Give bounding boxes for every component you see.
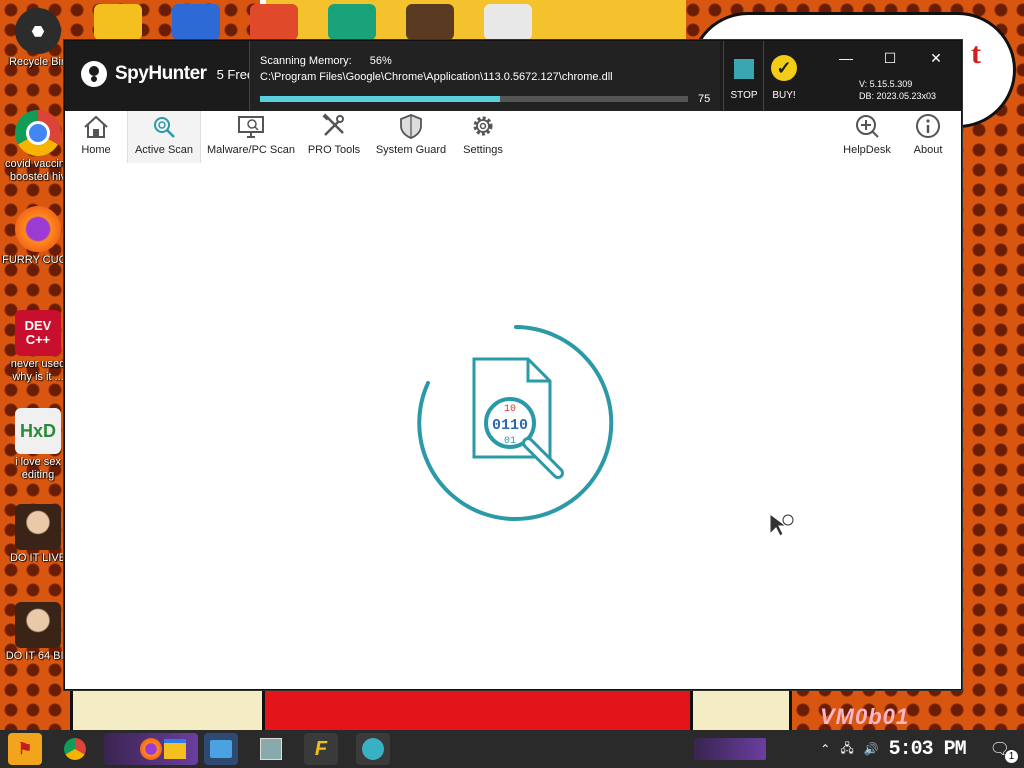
app-logo: SpyHunter 5 Free [81,61,254,87]
binary-row: 10 [504,404,516,415]
desktop-watermark: VM0b01 [820,704,910,729]
tab-home[interactable]: Home [71,111,121,163]
close-button[interactable]: ✕ [921,47,951,69]
helpdesk-icon [839,111,895,139]
tab-label: System Guard [375,144,447,156]
desktop-wallpaper-panel [690,686,792,736]
scan-status-line: Scanning Memory: 56% [260,55,392,67]
desktop-app-icon[interactable] [94,4,142,40]
title-bar: SpyHunter 5 Free Scanning Memory: 56% C:\… [65,41,961,111]
scan-percent: 56% [369,55,392,67]
tab-settings[interactable]: Settings [457,111,509,163]
tab-malware-pc-scan[interactable]: Malware/PC Scan [205,111,297,163]
volume-icon[interactable]: 🔊 [864,742,879,756]
version-info: V: 5.15.5.309 DB: 2023.05.23x03 [859,78,936,102]
tab-label: Malware/PC Scan [206,144,296,156]
tab-about[interactable]: About [905,111,951,163]
info-icon [905,111,951,139]
taskbar-app[interactable] [254,733,288,765]
desktop-wallpaper-red-panel [262,686,698,736]
stop-button[interactable]: STOP [723,41,764,111]
desktop-wallpaper-yellow-panel [260,0,686,40]
taskbar-decoration [694,738,766,760]
monitor-scan-icon [205,111,297,139]
photos-icon [210,740,232,758]
taskbar: ⚑ F ⌃ 🖧 🔊 5:03 PM 🗨 1 [0,730,1024,768]
active-scan-icon [128,111,200,139]
busy-cursor-icon [769,513,795,537]
folder-icon [164,739,186,759]
start-icon: ⚑ [17,741,33,758]
checkmark-icon: ✓ [771,55,797,81]
database-text: DB: 2023.05.23x03 [859,91,937,101]
tab-helpdesk[interactable]: HelpDesk [839,111,895,163]
network-icon[interactable]: 🖧 [840,739,853,760]
f-app-icon: F [314,737,328,760]
main-toolbar: Home Active Scan Malware/PC Scan PRO Too… [65,111,961,164]
tab-active-scan[interactable]: Active Scan [127,111,201,163]
app-name: SpyHunter [115,63,207,84]
tab-label: HelpDesk [843,144,891,156]
desktop-app-icon[interactable] [406,4,454,40]
notification-icon[interactable]: 🗨 1 [990,739,1018,763]
desktop-app-icon[interactable] [250,4,298,40]
tab-pro-tools[interactable]: PRO Tools [305,111,363,163]
chrome-icon [64,738,86,760]
scan-progress-bar [260,96,688,102]
buy-button[interactable]: ✓ BUY! [763,41,804,111]
firefox-icon [15,206,61,252]
scan-label: Scanning Memory: [260,55,352,67]
desktop-app-icon[interactable] [172,4,220,40]
desktop-app-icon[interactable] [328,4,376,40]
scan-content-area: 10 0110 01 [65,163,961,689]
hxd-icon: HxD [15,408,61,454]
portrait-icon [15,602,61,648]
system-tray: ⌃ 🖧 🔊 5:03 PM 🗨 1 [820,730,1018,768]
scan-current-file: C:\Program Files\Google\Chrome\Applicati… [260,71,613,83]
tab-label: Active Scan [134,144,194,156]
binary-row: 0110 [492,417,528,434]
minimize-button[interactable]: — [831,47,861,69]
gear-icon [457,111,509,139]
scan-progress-count: 75 [698,93,711,105]
spyhunter-window: SpyHunter 5 Free Scanning Memory: 56% C:\… [64,40,962,690]
portrait-icon [15,504,61,550]
tab-label: Home [81,144,111,156]
chrome-icon [15,110,61,156]
spyhunter-icon [362,738,384,760]
recycle-bin-icon: ⬣ [15,8,61,54]
version-text: V: 5.15.5.309 [859,79,913,89]
chevron-up-icon[interactable]: ⌃ [820,742,830,756]
taskbar-file-explorer[interactable] [158,733,192,765]
spyhunter-logo-icon [81,61,107,87]
scan-progress-fill [260,96,500,102]
devcpp-icon: DEV C++ [15,310,61,356]
shield-icon [373,111,449,139]
stop-icon [734,59,754,79]
maximize-button[interactable]: ☐ [875,47,905,69]
start-button[interactable]: ⚑ [8,733,42,765]
desktop-app-icon[interactable] [484,4,532,40]
scan-status-panel: Scanning Memory: 56% C:\Program Files\Goo… [249,41,720,111]
desktop-wallpaper-panel [70,686,270,736]
clock[interactable]: 5:03 PM [889,738,967,761]
taskbar-spyhunter[interactable] [356,733,390,765]
tab-system-guard[interactable]: System Guard [373,111,449,163]
taskbar-chrome[interactable] [58,733,92,765]
notification-count: 1 [1005,750,1018,763]
buy-label: BUY! [772,90,796,101]
tab-label: Settings [463,144,503,156]
tab-label: PRO Tools [307,144,361,156]
tab-label: About [913,144,943,156]
stop-label: STOP [730,90,758,101]
scanning-file-animation: 10 0110 01 [417,325,614,521]
taskbar-app[interactable] [204,733,238,765]
network-app-icon [260,738,282,760]
home-icon [71,111,121,139]
binary-row: 01 [504,436,516,447]
taskbar-app[interactable]: F [304,733,338,765]
tools-icon [305,111,363,139]
bubble-text: t [971,37,981,70]
